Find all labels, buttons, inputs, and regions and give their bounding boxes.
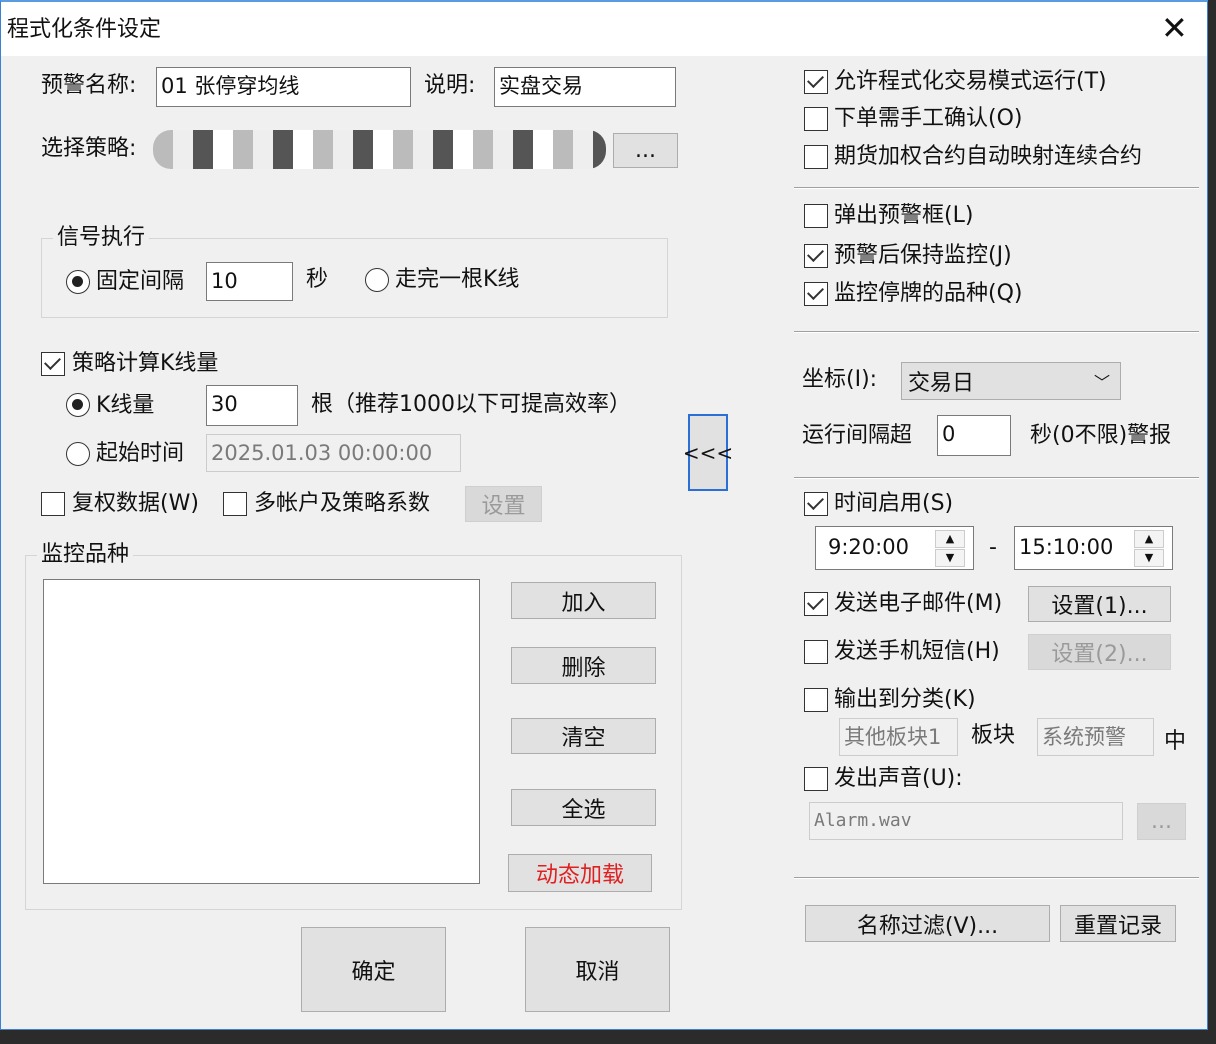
axis-label: 坐标(I): xyxy=(802,367,878,392)
block-label: 板块 xyxy=(971,723,1016,748)
select-all-button[interactable]: 全选 xyxy=(511,789,656,826)
popup-label: 弹出预警框(L) xyxy=(834,203,974,228)
monitor-suspended-label: 监控停牌的品种(Q) xyxy=(834,281,1023,306)
axis-select[interactable]: 交易日 ﹀ xyxy=(901,362,1121,400)
alert-name-label: 预警名称: xyxy=(41,73,137,98)
bars-hint: 根（推荐1000以下可提高效率） xyxy=(311,392,631,417)
axis-value: 交易日 xyxy=(908,371,975,396)
time-enable-checkbox[interactable] xyxy=(804,492,828,516)
divider xyxy=(794,187,1199,189)
desc-input[interactable]: 实盘交易 xyxy=(494,67,676,107)
desc-label: 说明: xyxy=(424,73,476,98)
strategy-label: 选择策略: xyxy=(41,136,137,161)
start-time-label: 起始时间 xyxy=(96,441,185,466)
start-time-radio[interactable] xyxy=(66,442,90,466)
delete-button[interactable]: 删除 xyxy=(511,647,656,684)
manual-confirm-checkbox[interactable] xyxy=(804,107,828,131)
spin-down-icon[interactable]: ▼ xyxy=(1134,549,1164,567)
adjust-checkbox[interactable] xyxy=(41,492,65,516)
signal-group-legend: 信号执行 xyxy=(53,224,150,252)
monitor-group-legend: 监控品种 xyxy=(37,541,134,569)
calc-bars-checkbox[interactable] xyxy=(41,352,65,376)
popup-checkbox[interactable] xyxy=(804,204,828,228)
divider xyxy=(794,877,1199,879)
sound-label: 发出声音(U): xyxy=(834,766,963,791)
email-settings-button[interactable]: 设置(1)... xyxy=(1028,586,1171,622)
multi-account-checkbox[interactable] xyxy=(223,492,247,516)
spin-up-icon[interactable]: ▲ xyxy=(1134,530,1164,548)
monitor-suspended-checkbox[interactable] xyxy=(804,282,828,306)
dialog-title: 程式化条件设定 xyxy=(7,17,162,42)
symbol-list[interactable] xyxy=(43,579,480,884)
middle-label: 中 xyxy=(1164,729,1187,754)
close-icon[interactable]: ✕ xyxy=(1161,10,1188,46)
sound-browse-button[interactable]: ... xyxy=(1137,803,1186,840)
dynamic-load-button[interactable]: 动态加载 xyxy=(508,854,652,892)
alert-name-input[interactable]: 01 张停穿均线 xyxy=(156,67,411,107)
strategy-browse-button[interactable]: ... xyxy=(613,133,678,168)
spin-up-icon[interactable]: ▲ xyxy=(935,530,965,548)
fixed-interval-radio[interactable] xyxy=(66,270,90,294)
allow-run-checkbox[interactable] xyxy=(804,70,828,94)
time-start-spinner[interactable]: 9:20:00 ▲ ▼ xyxy=(815,526,974,570)
futures-map-label: 期货加权合约自动映射连续合约 xyxy=(834,144,1143,169)
futures-map-checkbox[interactable] xyxy=(804,145,828,169)
keep-monitor-label: 预警后保持监控(J) xyxy=(834,243,1012,268)
interval-input[interactable]: 10 xyxy=(206,262,293,301)
bars-input[interactable]: 30 xyxy=(206,385,298,426)
sms-label: 发送手机短信(H) xyxy=(834,639,1000,664)
allow-run-label: 允许程式化交易模式运行(T) xyxy=(834,69,1107,94)
run-interval-input[interactable]: 0 xyxy=(937,415,1011,456)
dialog: 程式化条件设定 ✕ 预警名称: 01 张停穿均线 说明: 实盘交易 选择策略: … xyxy=(0,0,1208,1030)
time-end-value: 15:10:00 xyxy=(1019,535,1114,559)
time-end-spinner[interactable]: 15:10:00 ▲ ▼ xyxy=(1014,526,1173,570)
run-interval-label: 运行间隔超 xyxy=(802,423,913,448)
bars-radio[interactable] xyxy=(66,393,90,417)
chevron-down-icon: ﹀ xyxy=(1093,373,1110,392)
sms-checkbox[interactable] xyxy=(804,640,828,664)
time-enable-label: 时间启用(S) xyxy=(834,491,954,516)
collapse-button[interactable]: <<< xyxy=(683,414,733,491)
start-time-input[interactable]: 2025.01.03 00:00:00 xyxy=(206,434,461,472)
block-input[interactable]: 系统预警 xyxy=(1037,718,1154,756)
sms-settings-button[interactable]: 设置(2)... xyxy=(1028,634,1171,670)
keep-monitor-checkbox[interactable] xyxy=(804,244,828,268)
sound-checkbox[interactable] xyxy=(804,767,828,791)
bar-complete-label: 走完一根K线 xyxy=(395,267,520,292)
bars-label: K线量 xyxy=(96,393,155,418)
reset-button[interactable]: 重置记录 xyxy=(1060,905,1176,942)
email-label: 发送电子邮件(M) xyxy=(834,591,1003,616)
time-dash: - xyxy=(989,535,997,560)
clear-button[interactable]: 清空 xyxy=(511,718,656,754)
adjust-label: 复权数据(W) xyxy=(72,491,199,516)
multi-account-label: 多帐户及策略系数 xyxy=(254,491,431,516)
name-filter-button[interactable]: 名称过滤(V)... xyxy=(805,905,1050,942)
ok-button[interactable]: 确定 xyxy=(301,927,446,1012)
run-interval-suffix: 秒(0不限)警报 xyxy=(1030,423,1172,448)
title-bar: 程式化条件设定 ✕ xyxy=(1,2,1207,56)
category-input[interactable]: 其他板块1 xyxy=(839,718,958,756)
time-start-value: 9:20:00 xyxy=(828,535,909,559)
seconds-label: 秒 xyxy=(306,267,329,292)
bar-complete-radio[interactable] xyxy=(365,268,389,292)
manual-confirm-label: 下单需手工确认(O) xyxy=(834,106,1023,131)
divider xyxy=(794,331,1199,333)
calc-bars-label: 策略计算K线量 xyxy=(72,351,219,376)
settings-button[interactable]: 设置 xyxy=(465,486,542,522)
output-category-label: 输出到分类(K) xyxy=(834,687,976,712)
email-checkbox[interactable] xyxy=(804,592,828,616)
cancel-button[interactable]: 取消 xyxy=(525,927,670,1012)
spin-down-icon[interactable]: ▼ xyxy=(935,549,965,567)
output-category-checkbox[interactable] xyxy=(804,688,828,712)
fixed-interval-label: 固定间隔 xyxy=(96,269,185,294)
strategy-select[interactable] xyxy=(153,130,606,169)
add-button[interactable]: 加入 xyxy=(511,582,656,619)
divider xyxy=(794,477,1199,479)
sound-file-input[interactable]: Alarm.wav xyxy=(809,802,1123,840)
